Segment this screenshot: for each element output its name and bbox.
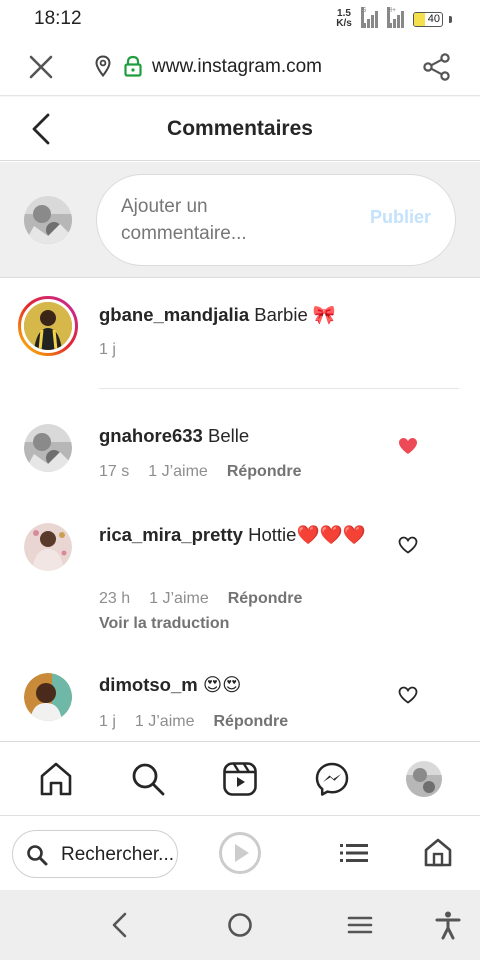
comment-time: 1 j bbox=[99, 713, 116, 730]
signal-icon-2: H+ bbox=[387, 7, 407, 28]
comment-input[interactable]: Ajouter un commentaire... Publier bbox=[96, 174, 456, 266]
comment-item: gnahore633 Belle 17 s 1 J’aime Répondre bbox=[0, 400, 480, 500]
comment-likes[interactable]: 1 J’aime bbox=[148, 463, 208, 481]
profile-avatar[interactable] bbox=[406, 761, 442, 797]
comment-text: dimotso_m 😍😍 bbox=[99, 672, 241, 698]
battery-level: 40 bbox=[427, 12, 440, 25]
messenger-icon[interactable] bbox=[314, 761, 350, 797]
network-speed: 1.5 K/s bbox=[333, 9, 355, 29]
comment-body: 😍😍 bbox=[202, 674, 242, 695]
comment-meta: 1 j 1 J’aime Répondre bbox=[99, 713, 288, 731]
reply-button[interactable]: Répondre bbox=[213, 713, 288, 731]
heart-outline-icon[interactable] bbox=[398, 686, 418, 704]
menu-list-icon[interactable] bbox=[339, 841, 369, 865]
comment-body: Barbie 🎀 bbox=[254, 304, 336, 325]
comment-time: 23 h bbox=[99, 590, 131, 607]
signal-icon: G bbox=[361, 7, 381, 28]
comment-meta: 23 h 1 J’aime Répondre bbox=[99, 590, 302, 608]
comment-text: gnahore633 Belle bbox=[99, 423, 249, 449]
comments-header: Commentaires bbox=[0, 97, 480, 161]
see-translation-link[interactable]: Voir la traduction bbox=[99, 615, 229, 633]
search-icon[interactable] bbox=[130, 761, 166, 797]
user-avatar bbox=[24, 196, 72, 244]
comment-item: rica_mira_pretty Hottie❤️❤️❤️ 23 h 1 J’a… bbox=[0, 500, 480, 650]
comment-meta: 1 j bbox=[99, 341, 116, 359]
caption-divider bbox=[99, 388, 459, 389]
comment-body: Belle bbox=[208, 425, 250, 446]
reply-button[interactable]: Répondre bbox=[227, 463, 302, 481]
share-icon[interactable] bbox=[422, 52, 452, 82]
comment-likes[interactable]: 1 J’aime bbox=[149, 590, 209, 608]
caption-item: gbane_mandjalia Barbie 🎀 1 j bbox=[0, 279, 480, 389]
reply-button[interactable]: Répondre bbox=[228, 590, 303, 608]
system-navigation-bar bbox=[0, 890, 480, 960]
close-icon[interactable] bbox=[28, 54, 54, 80]
lock-icon[interactable] bbox=[123, 55, 143, 77]
story-ring-avatar[interactable] bbox=[18, 296, 78, 356]
comment-composer: Ajouter un commentaire... Publier bbox=[0, 162, 480, 278]
url-text[interactable]: www.instagram.com bbox=[152, 56, 322, 78]
status-indicators: 1.5 K/s G H+ 40 bbox=[333, 6, 452, 32]
heart-outline-icon[interactable] bbox=[398, 536, 418, 554]
location-pin-icon[interactable] bbox=[94, 55, 112, 77]
search-icon bbox=[27, 845, 48, 866]
comment-username[interactable]: gbane_mandjalia bbox=[99, 304, 249, 325]
system-home-icon[interactable] bbox=[225, 910, 255, 940]
comment-time: 1 j bbox=[99, 341, 116, 358]
comment-username[interactable]: dimotso_m bbox=[99, 674, 198, 695]
heart-filled-icon[interactable] bbox=[398, 437, 418, 455]
reels-icon[interactable] bbox=[222, 761, 258, 797]
comment-item: dimotso_m 😍😍 1 j 1 J’aime Répondre bbox=[0, 650, 480, 740]
instagram-bottom-nav bbox=[0, 741, 480, 815]
browser-bottom-toolbar: Rechercher... bbox=[0, 815, 480, 889]
comment-time: 17 s bbox=[99, 463, 130, 480]
system-recents-icon[interactable] bbox=[345, 910, 375, 940]
comment-body: Hottie❤️❤️❤️ bbox=[248, 524, 366, 545]
comment-username[interactable]: rica_mira_pretty bbox=[99, 524, 243, 545]
browser-search-box[interactable]: Rechercher... bbox=[12, 830, 178, 878]
browser-address-bar: www.instagram.com bbox=[0, 38, 480, 96]
comment-likes[interactable]: 1 J’aime bbox=[135, 713, 195, 731]
play-icon[interactable] bbox=[218, 831, 262, 875]
network-speed-unit: K/s bbox=[336, 18, 352, 29]
caption-text: gbane_mandjalia Barbie 🎀 bbox=[99, 302, 336, 328]
publish-button[interactable]: Publier bbox=[370, 207, 431, 228]
comment-text: rica_mira_pretty Hottie❤️❤️❤️ bbox=[99, 522, 374, 548]
commenter-avatar[interactable] bbox=[24, 523, 72, 571]
commenter-avatar[interactable] bbox=[24, 424, 72, 472]
comment-username[interactable]: gnahore633 bbox=[99, 425, 203, 446]
browser-search-label[interactable]: Rechercher... bbox=[61, 844, 174, 866]
comment-input-placeholder[interactable]: Ajouter un commentaire... bbox=[121, 193, 321, 247]
status-time: 18:12 bbox=[34, 8, 82, 29]
commenter-avatar[interactable] bbox=[24, 673, 72, 721]
battery-icon: 40 bbox=[413, 11, 443, 27]
page-title: Commentaires bbox=[167, 117, 313, 140]
accessibility-icon[interactable] bbox=[433, 910, 463, 940]
status-bar: 18:12 1.5 K/s G H+ 40 bbox=[0, 0, 480, 38]
browser-home-icon[interactable] bbox=[423, 837, 453, 867]
comment-meta: 17 s 1 J’aime Répondre bbox=[99, 463, 302, 481]
home-icon[interactable] bbox=[38, 761, 74, 797]
system-back-icon[interactable] bbox=[105, 910, 135, 940]
